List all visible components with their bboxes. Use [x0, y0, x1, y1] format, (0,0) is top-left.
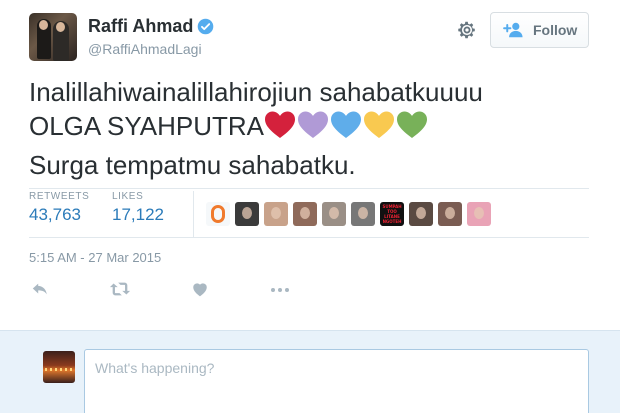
retweet-icon: [109, 282, 131, 296]
divider-top: [29, 188, 589, 189]
liker-7-text: SUMPAH TOO LITANE NGOTEH: [382, 204, 402, 224]
verified-badge-icon: [197, 18, 214, 35]
tweet-line-3: Surga tempatmu sahabatku.: [29, 150, 356, 180]
likes-stat[interactable]: LIKES 17,122: [112, 191, 164, 225]
liker-3-avatar[interactable]: [264, 202, 288, 226]
tweet-line-2-text: OLGA SYAHPUTRA: [29, 111, 265, 141]
tweet-stats: RETWEETS 43,763 LIKES 17,122 SUMPAH TOO …: [29, 191, 589, 237]
current-user-avatar[interactable]: [43, 351, 75, 383]
liker-5-avatar[interactable]: [322, 202, 346, 226]
blue-heart-emoji: [331, 111, 362, 138]
retweets-count: 43,763: [29, 205, 81, 224]
author-handle[interactable]: @RaffiAhmadLagi: [88, 41, 202, 57]
liker-10-avatar[interactable]: [467, 202, 491, 226]
liker-4-avatar[interactable]: [293, 202, 317, 226]
heart-icon: [193, 283, 207, 297]
retweet-button[interactable]: [109, 280, 131, 302]
heart-emoji-row: [264, 110, 429, 148]
add-user-icon: [503, 22, 523, 38]
gear-icon[interactable]: [456, 19, 478, 41]
author-avatar[interactable]: [29, 13, 77, 61]
tweet-card: Raffi Ahmad @RaffiAhmadLagi Follow Inali…: [0, 0, 620, 330]
retweets-label: RETWEETS: [29, 191, 90, 202]
like-button[interactable]: [191, 280, 209, 302]
more-button[interactable]: [269, 280, 291, 302]
liker-avatars: SUMPAH TOO LITANE NGOTEH: [206, 202, 496, 226]
yellow-heart-emoji: [364, 111, 395, 138]
tweet-text: Inalillahiwainalillahirojiun sahabatkuuu…: [29, 75, 599, 182]
liker-2-avatar[interactable]: [235, 202, 259, 226]
stats-separator: [193, 191, 194, 237]
likes-count: 17,122: [112, 205, 164, 224]
red-heart-emoji: [265, 111, 296, 138]
liker-7-avatar[interactable]: SUMPAH TOO LITANE NGOTEH: [380, 202, 404, 226]
compose-area: What's happening?: [0, 330, 620, 413]
liker-8-avatar[interactable]: [409, 202, 433, 226]
purple-heart-emoji: [298, 111, 329, 138]
follow-button[interactable]: Follow: [490, 12, 589, 48]
liker-6-avatar[interactable]: [351, 202, 375, 226]
reply-icon: [32, 283, 47, 295]
divider-bottom: [29, 237, 589, 238]
green-heart-emoji: [397, 111, 428, 138]
follow-button-label: Follow: [533, 22, 578, 38]
tweet-timestamp[interactable]: 5:15 AM - 27 Mar 2015: [29, 250, 161, 265]
tweet-actions: [29, 280, 329, 302]
reply-button[interactable]: [31, 280, 49, 302]
likes-label: LIKES: [112, 191, 144, 202]
tweet-line-1: Inalillahiwainalillahirojiun sahabatkuuu…: [29, 77, 483, 107]
more-icon: [271, 288, 289, 292]
liker-1-avatar[interactable]: [206, 202, 230, 226]
liker-9-avatar[interactable]: [438, 202, 462, 226]
compose-input[interactable]: What's happening?: [84, 349, 589, 413]
retweets-stat[interactable]: RETWEETS 43,763: [29, 191, 89, 225]
compose-placeholder: What's happening?: [95, 360, 215, 376]
tweet-line-2: OLGA SYAHPUTRA: [29, 109, 599, 148]
author-name[interactable]: Raffi Ahmad: [88, 16, 193, 37]
